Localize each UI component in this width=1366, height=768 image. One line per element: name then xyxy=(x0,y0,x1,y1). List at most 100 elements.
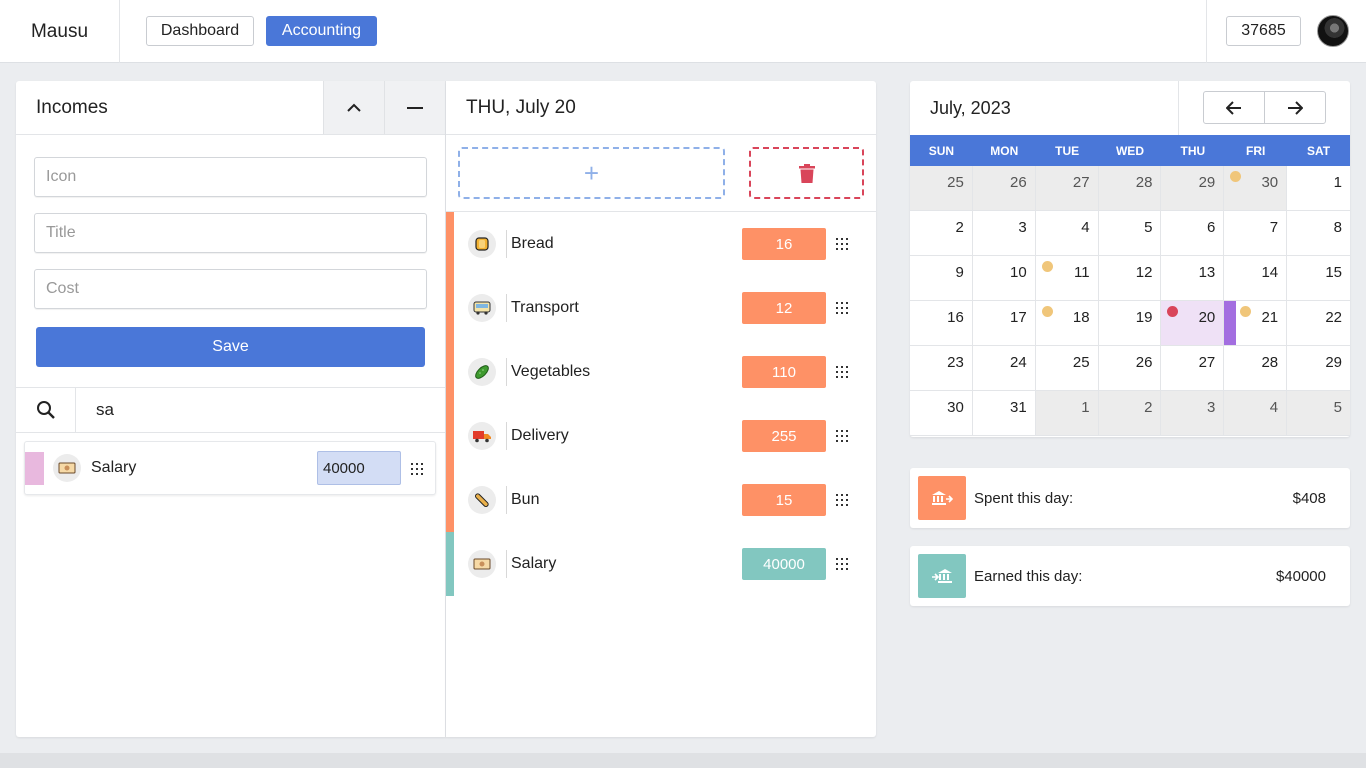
list-item[interactable]: Delivery 255 xyxy=(446,404,876,468)
prev-month-button[interactable] xyxy=(1203,91,1265,124)
calendar-day[interactable]: 25 xyxy=(910,166,973,211)
calendar-day[interactable]: 22 xyxy=(1287,301,1350,346)
calendar-day[interactable]: 29 xyxy=(1161,166,1225,211)
search-input[interactable]: sa xyxy=(96,388,114,432)
drag-handle-icon[interactable] xyxy=(836,430,848,442)
calendar-day[interactable]: 4 xyxy=(1035,211,1099,256)
calendar-day[interactable]: 28 xyxy=(1098,166,1162,211)
calendar-day[interactable]: 9 xyxy=(910,256,973,301)
spent-amount: $408 xyxy=(1292,489,1326,507)
avatar[interactable] xyxy=(1317,15,1349,47)
calendar-day[interactable]: 1 xyxy=(1035,391,1099,436)
calendar-day[interactable]: 30 xyxy=(910,391,973,436)
calendar-day[interactable]: 27 xyxy=(1035,166,1099,211)
calendar-panel: July, 2023 SUN MON TUE WED THU FRI SAT 25 26 27 2… xyxy=(910,81,1350,437)
day-number: 26 xyxy=(1010,174,1027,191)
calendar-day[interactable]: 5 xyxy=(1098,211,1162,256)
add-entry-button[interactable]: + xyxy=(458,147,725,199)
bank-in-icon xyxy=(918,554,966,598)
calendar-header: July, 2023 xyxy=(910,81,1350,135)
title-field[interactable]: Title xyxy=(34,213,427,253)
weekday-label: MON xyxy=(990,143,1019,158)
calendar-day[interactable]: 24 xyxy=(972,346,1036,391)
day-number: 5 xyxy=(1333,399,1342,416)
calendar-day[interactable]: 6 xyxy=(1161,211,1225,256)
delete-drop-zone[interactable] xyxy=(749,147,864,199)
calendar-day[interactable]: 30 xyxy=(1224,166,1288,211)
calendar-day[interactable]: 14 xyxy=(1224,256,1288,301)
calendar-day[interactable]: 31 xyxy=(972,391,1036,436)
calendar-day[interactable]: 3 xyxy=(972,211,1036,256)
calendar-day[interactable]: 12 xyxy=(1098,256,1162,301)
day-number: 15 xyxy=(1325,264,1342,281)
minimize-button[interactable] xyxy=(384,81,445,134)
category-color-bar xyxy=(446,276,454,340)
brand-logo[interactable]: Mausu xyxy=(0,0,120,63)
calendar-day[interactable]: 27 xyxy=(1161,346,1225,391)
drag-handle-icon[interactable] xyxy=(836,494,848,506)
day-number: 26 xyxy=(1135,354,1153,371)
drag-handle-icon[interactable] xyxy=(836,558,848,570)
calendar-day[interactable]: 17 xyxy=(972,301,1036,346)
income-cost-input[interactable]: 40000 xyxy=(317,451,401,485)
day-number: 13 xyxy=(1198,264,1216,281)
calendar-day[interactable]: 13 xyxy=(1161,256,1225,301)
day-number: 25 xyxy=(947,174,964,191)
entry-label: Bread xyxy=(511,235,554,252)
day-title: THU, July 20 xyxy=(466,96,576,118)
calendar-day[interactable]: 26 xyxy=(972,166,1036,211)
entry-value[interactable]: 110 xyxy=(742,356,826,388)
list-item[interactable]: Salary 40000 xyxy=(446,532,876,596)
calendar-day[interactable]: 25 xyxy=(1035,346,1099,391)
entry-value[interactable]: 12 xyxy=(742,292,826,324)
calendar-day[interactable]: 5 xyxy=(1287,391,1350,436)
calendar-day[interactable]: 21 xyxy=(1224,301,1288,346)
calendar-day[interactable]: 15 xyxy=(1287,256,1350,301)
cost-field[interactable]: Cost xyxy=(34,269,427,309)
balance-display[interactable]: 37685 xyxy=(1226,16,1301,46)
calendar-day[interactable]: 1 xyxy=(1287,166,1350,211)
calendar-day[interactable]: 10 xyxy=(972,256,1036,301)
chevron-up-icon xyxy=(347,103,361,112)
calendar-day[interactable]: 19 xyxy=(1098,301,1162,346)
calendar-day[interactable]: 7 xyxy=(1224,211,1288,256)
entry-value[interactable]: 255 xyxy=(742,420,826,452)
arrow-left-icon xyxy=(1226,100,1241,115)
list-item[interactable]: Bread 16 xyxy=(446,212,876,276)
day-number: 8 xyxy=(1333,219,1342,236)
icon-field[interactable]: Icon xyxy=(34,157,427,197)
nav-accounting-button[interactable]: Accounting xyxy=(266,16,377,46)
day-number: 24 xyxy=(1010,354,1027,371)
drag-handle-icon[interactable] xyxy=(836,366,848,378)
drag-handle-icon[interactable] xyxy=(411,463,423,475)
calendar-day[interactable]: 18 xyxy=(1035,301,1099,346)
calendar-day[interactable]: 23 xyxy=(910,346,973,391)
calendar-day[interactable]: 2 xyxy=(1098,391,1162,436)
collapse-button[interactable] xyxy=(323,81,384,134)
drag-handle-icon[interactable] xyxy=(836,302,848,314)
calendar-day-selected[interactable]: 20 xyxy=(1161,301,1225,346)
entry-value[interactable]: 15 xyxy=(742,484,826,516)
day-number: 10 xyxy=(1010,264,1027,281)
entry-value[interactable]: 40000 xyxy=(742,548,826,580)
search-icon[interactable] xyxy=(16,388,76,432)
list-item[interactable]: Transport 12 xyxy=(446,276,876,340)
calendar-day[interactable]: 11 xyxy=(1035,256,1099,301)
save-button[interactable]: Save xyxy=(36,327,425,367)
category-color-bar xyxy=(446,468,454,532)
list-item[interactable]: Vegetables 110 xyxy=(446,340,876,404)
calendar-day[interactable]: 4 xyxy=(1224,391,1288,436)
calendar-day[interactable]: 8 xyxy=(1287,211,1350,256)
calendar-day[interactable]: 2 xyxy=(910,211,973,256)
calendar-day[interactable]: 28 xyxy=(1224,346,1288,391)
calendar-day[interactable]: 26 xyxy=(1098,346,1162,391)
calendar-day[interactable]: 16 xyxy=(910,301,973,346)
list-item[interactable]: Salary 40000 xyxy=(24,441,436,495)
drag-handle-icon[interactable] xyxy=(836,238,848,250)
next-month-button[interactable] xyxy=(1264,91,1326,124)
entry-value[interactable]: 16 xyxy=(742,228,826,260)
calendar-day[interactable]: 3 xyxy=(1161,391,1225,436)
list-item[interactable]: Bun 15 xyxy=(446,468,876,532)
nav-dashboard-button[interactable]: Dashboard xyxy=(146,16,254,46)
calendar-day[interactable]: 29 xyxy=(1287,346,1350,391)
